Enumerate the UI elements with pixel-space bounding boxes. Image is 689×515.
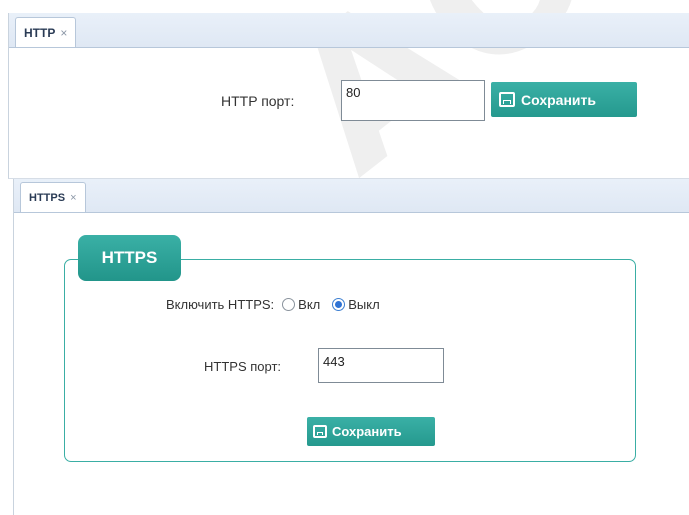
https-save-button[interactable]: Сохранить — [307, 417, 435, 446]
save-icon — [499, 92, 515, 107]
http-save-button[interactable]: Сохранить — [491, 82, 637, 117]
https-port-input[interactable] — [318, 348, 444, 383]
https-off-label[interactable]: Выкл — [348, 297, 379, 312]
tab-http-close-icon[interactable]: × — [60, 26, 67, 40]
https-legend: HTTPS — [78, 235, 181, 281]
https-on-radio[interactable] — [282, 297, 296, 311]
https-enable-row: Включить HTTPS: Вкл Выкл — [166, 294, 380, 314]
tab-https-close-icon[interactable]: × — [70, 192, 76, 204]
save-icon — [313, 425, 327, 438]
https-tab-bar: HTTPS × — [14, 179, 689, 213]
tab-http-label: HTTP — [24, 25, 56, 40]
https-save-label: Сохранить — [332, 424, 402, 439]
http-port-label: HTTP порт: — [221, 92, 295, 109]
https-on-label[interactable]: Вкл — [298, 297, 320, 312]
http-save-label: Сохранить — [521, 91, 596, 108]
tab-http[interactable]: HTTP × — [15, 17, 77, 47]
https-enable-label: Включить HTTPS: — [166, 296, 275, 312]
https-port-row: HTTPS порт: — [204, 349, 281, 384]
http-panel: HTTP × HTTP порт: Сохранить — [8, 13, 689, 179]
http-tab-bar: HTTP × — [9, 13, 689, 48]
https-off-radio[interactable] — [332, 297, 346, 311]
https-panel: HTTPS × HTTPS Включить HTTPS: Вкл Выкл H… — [13, 179, 689, 515]
https-port-label: HTTPS порт: — [204, 359, 282, 374]
http-port-input[interactable] — [341, 80, 485, 121]
http-port-row: HTTP порт: — [221, 80, 294, 121]
tab-https[interactable]: HTTPS × — [20, 182, 86, 212]
tab-https-label: HTTPS — [29, 191, 66, 204]
